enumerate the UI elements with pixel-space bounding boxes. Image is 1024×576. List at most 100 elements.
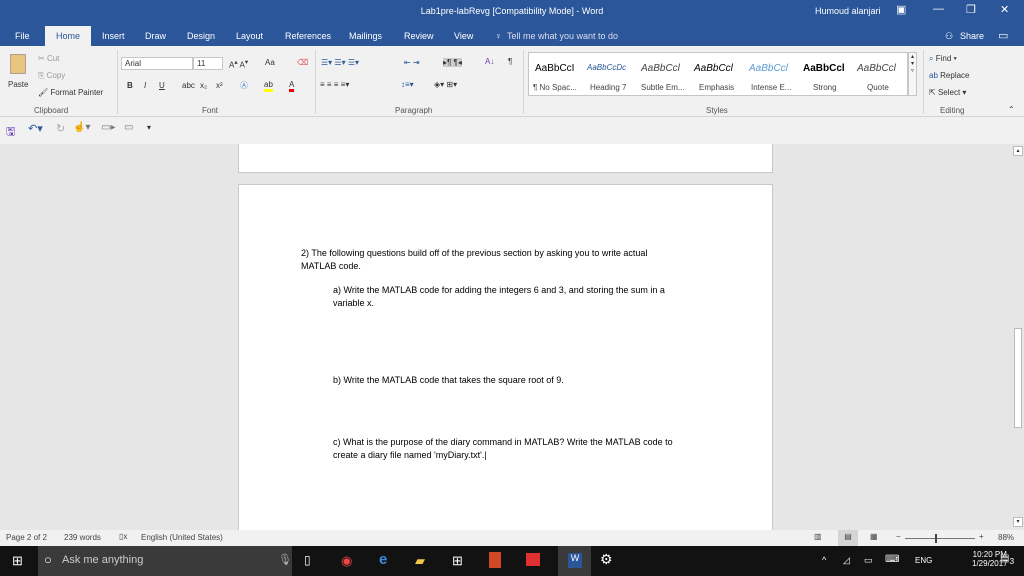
select-button[interactable]: ⇱ Select ▾	[929, 88, 966, 97]
zoom-level[interactable]: 88%	[998, 533, 1014, 542]
align-icons[interactable]: ≡ ≡ ≡ ≡▾	[320, 80, 349, 89]
zoom-in-button[interactable]: +	[979, 532, 984, 541]
ltr-icon[interactable]: ▸¶ ¶◂	[443, 58, 462, 67]
web-layout-icon[interactable]: ▦	[870, 532, 878, 541]
bold-button[interactable]: B	[127, 81, 133, 90]
format-painter-button[interactable]: 🖌 Format Painter	[38, 88, 103, 97]
scroll-thumb[interactable]	[1014, 328, 1022, 428]
tray-expand-icon[interactable]: ^	[822, 555, 826, 565]
undo-icon[interactable]: ↶▾	[28, 122, 43, 135]
tab-review[interactable]: Review	[404, 31, 434, 41]
tab-mailings[interactable]: Mailings	[349, 31, 382, 41]
chrome-icon[interactable]: ◉	[341, 553, 352, 569]
tab-file[interactable]: File	[15, 31, 30, 41]
restore-button[interactable]: ❐	[966, 3, 976, 16]
file-explorer-icon[interactable]: ▰	[415, 553, 425, 569]
reader-icon[interactable]	[526, 553, 540, 566]
language[interactable]: English (United States)	[141, 533, 223, 542]
page-2[interactable]: 2) The following questions build off of …	[238, 184, 773, 530]
sort-icon[interactable]: A↓	[485, 57, 494, 66]
style-sample[interactable]: AaBbCcDc	[587, 63, 626, 72]
tab-draw[interactable]: Draw	[145, 31, 166, 41]
zoom-out-button[interactable]: −	[896, 532, 901, 541]
clear-formatting-icon[interactable]: ⌫	[297, 58, 308, 67]
style-subtle-emphasis[interactable]: Subtle Em...	[641, 83, 685, 92]
replace-button[interactable]: ab Replace	[929, 71, 970, 80]
show-marks-icon[interactable]: ¶	[508, 57, 512, 66]
tab-layout[interactable]: Layout	[236, 31, 263, 41]
style-sample[interactable]: AaBbCcl	[857, 63, 896, 74]
copy-button[interactable]: ⎘ Copy	[38, 71, 65, 81]
share-button[interactable]: Share	[960, 31, 984, 41]
style-sample[interactable]: AaBbCcI	[535, 63, 574, 74]
touch-mode-icon[interactable]: ☝▾	[73, 122, 90, 133]
tab-design[interactable]: Design	[187, 31, 215, 41]
subscript-button[interactable]: x₂	[200, 81, 207, 90]
font-name-select[interactable]: Arial	[121, 57, 193, 70]
settings-icon[interactable]: ⚙	[600, 551, 613, 568]
word-taskbar-button[interactable]: W	[558, 546, 591, 576]
style-heading-7[interactable]: Heading 7	[590, 83, 626, 92]
zoom-slider-thumb[interactable]	[935, 534, 938, 543]
wifi-icon[interactable]: ◿	[843, 555, 850, 566]
collapse-ribbon-icon[interactable]: ⌃	[1008, 105, 1015, 114]
style-emphasis[interactable]: Emphasis	[699, 83, 734, 92]
battery-icon[interactable]: ▭	[864, 555, 873, 566]
page-count[interactable]: Page 2 of 2	[6, 533, 47, 542]
styles-scroll[interactable]: ▴ ▾ ▿	[908, 52, 917, 96]
shading-borders-icon[interactable]: ◈▾ ⊞▾	[434, 80, 457, 89]
bullets-icon[interactable]: ☰▾ ☰▾ ☰▾	[321, 58, 359, 67]
scroll-down-icon[interactable]: ▾	[1013, 517, 1023, 527]
grow-font-icon[interactable]: A▴ A▾	[229, 58, 248, 70]
tell-me-box[interactable]: Tell me what you want to do	[507, 31, 618, 41]
tab-insert[interactable]: Insert	[102, 31, 125, 41]
tab-home[interactable]: Home	[45, 26, 91, 46]
paste-icon[interactable]	[10, 54, 26, 74]
save-icon[interactable]: 🖫	[6, 123, 15, 142]
cut-button[interactable]: ✂ Cut	[38, 54, 59, 63]
strikethrough-button[interactable]: abc	[182, 81, 195, 90]
notifications-icon[interactable]: ▤3	[1000, 553, 1014, 566]
microphone-icon[interactable]: 🎙	[278, 553, 292, 566]
zoom-slider[interactable]	[905, 538, 975, 539]
user-name[interactable]: Humoud alanjari	[815, 6, 881, 16]
task-view-icon[interactable]: ▯	[304, 553, 311, 567]
vertical-scrollbar[interactable]: ▴ ▾	[1012, 144, 1024, 530]
highlight-icon[interactable]: ab	[264, 80, 273, 92]
style-strong[interactable]: Strong	[813, 83, 837, 92]
powerpoint-icon[interactable]	[489, 552, 501, 568]
underline-button[interactable]: U	[159, 81, 165, 90]
proofing-icon[interactable]: ▯x	[119, 532, 127, 541]
cortana-search[interactable]: ○ Ask me anything 🎙	[38, 546, 292, 576]
font-size-select[interactable]: 11	[193, 57, 223, 70]
comment-icon[interactable]: ▭	[124, 122, 133, 133]
word-count[interactable]: 239 words	[64, 533, 101, 542]
minimize-button[interactable]: —	[933, 3, 944, 15]
style-sample[interactable]: AaBbCcl	[749, 63, 788, 74]
scroll-up-icon[interactable]: ▴	[1013, 146, 1023, 156]
customize-qat-icon[interactable]: ▾	[147, 123, 151, 132]
change-case-button[interactable]: Aa	[265, 58, 275, 67]
print-layout-icon[interactable]: ▤	[838, 530, 858, 546]
edge-icon[interactable]: e	[379, 551, 387, 568]
ribbon-display-icon[interactable]: ▣	[896, 3, 906, 16]
text-effects-icon[interactable]: Ⓐ	[240, 80, 248, 91]
comments-icon[interactable]: ▭	[998, 29, 1008, 42]
close-button[interactable]: ✕	[1000, 3, 1009, 16]
keyboard-icon[interactable]: ⌨	[885, 554, 899, 565]
line-spacing-icon[interactable]: ↕≡▾	[401, 80, 414, 89]
italic-button[interactable]: I	[144, 81, 146, 90]
find-button[interactable]: ⌕ Find ▾	[929, 54, 957, 64]
indent-icons[interactable]: ⇤ ⇥	[404, 58, 420, 67]
style-sample[interactable]: AaBbCcl	[803, 63, 845, 74]
windows-start-icon[interactable]: ⊞	[12, 553, 23, 569]
read-mode-icon[interactable]: ▥	[814, 532, 822, 541]
tab-view[interactable]: View	[454, 31, 473, 41]
font-color-icon[interactable]: A	[289, 80, 295, 92]
style-sample[interactable]: AaBbCcl	[694, 63, 733, 74]
input-language[interactable]: ENG	[915, 556, 932, 565]
paste-button[interactable]: Paste	[8, 80, 28, 89]
tab-references[interactable]: References	[285, 31, 331, 41]
style-intense-emphasis[interactable]: Intense E...	[751, 83, 791, 92]
superscript-button[interactable]: x²	[216, 81, 223, 90]
